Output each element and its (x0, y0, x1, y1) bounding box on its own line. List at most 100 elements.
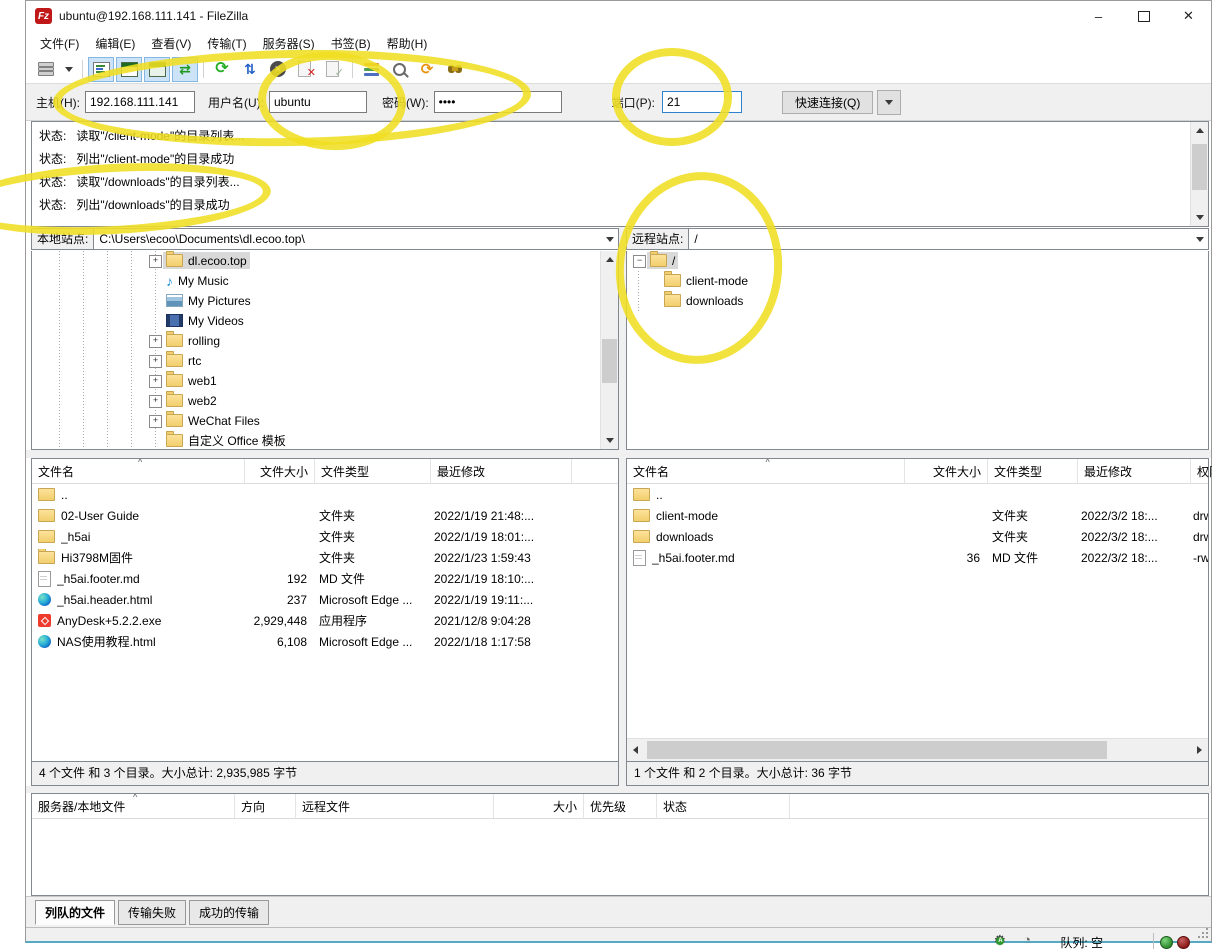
column-header-5[interactable]: 状态 (657, 794, 790, 818)
tree-item-2[interactable]: downloads (661, 292, 746, 309)
column-header-0[interactable]: 文件名^ (627, 459, 905, 483)
scroll-right-icon[interactable] (1191, 739, 1208, 761)
tree-item-0[interactable]: / (647, 252, 678, 269)
column-header-2[interactable]: 远程文件 (296, 794, 494, 818)
horizontal-splitter[interactable] (26, 450, 1211, 458)
tree-item-7[interactable]: web2 (163, 392, 220, 409)
cancel-icon[interactable]: ✕ (265, 57, 291, 82)
local-tree-scrollbar[interactable] (600, 251, 618, 449)
horizontal-splitter[interactable] (26, 786, 1211, 793)
quickconnect-dropdown[interactable] (877, 90, 901, 115)
port-input[interactable] (662, 91, 742, 113)
menu-item-6[interactable]: 帮助(H) (379, 32, 436, 55)
tree-item-8[interactable]: WeChat Files (163, 412, 263, 429)
local-tree-item[interactable]: ♪My Music (32, 271, 618, 291)
column-header-1[interactable]: 文件大小 (905, 459, 988, 483)
resize-grip[interactable] (1198, 928, 1208, 938)
column-header-0[interactable]: 服务器/本地文件^ (32, 794, 235, 818)
column-header-3[interactable]: 最近修改 (1078, 459, 1191, 483)
column-header-0[interactable]: 文件名^ (32, 459, 245, 483)
vertical-splitter[interactable] (619, 458, 626, 786)
remote-tree-item[interactable]: downloads (627, 291, 1208, 311)
tree-item-1[interactable]: ♪My Music (163, 272, 232, 289)
scroll-up-icon[interactable] (1191, 122, 1208, 139)
collapse-minus-icon[interactable]: − (633, 255, 646, 268)
scroll-down-icon[interactable] (1191, 209, 1208, 226)
minimize-button[interactable]: – (1076, 1, 1121, 31)
file-row[interactable]: AnyDesk+5.2.2.exe2,929,448应用程序2021/12/8 … (32, 610, 618, 631)
tree-item-0[interactable]: dl.ecoo.top (163, 252, 250, 269)
expand-plus-icon[interactable]: + (149, 375, 162, 388)
local-tree-item[interactable]: 自定义 Office 模板 (32, 431, 618, 450)
file-row[interactable]: Hi3798M固件文件夹2022/1/23 1:59:43 (32, 547, 618, 568)
filter-icon[interactable] (358, 57, 384, 82)
column-header-3[interactable]: 大小 (494, 794, 584, 818)
menu-item-3[interactable]: 传输(T) (199, 32, 254, 55)
username-input[interactable] (269, 91, 367, 113)
tree-item-9[interactable]: 自定义 Office 模板 (163, 432, 289, 449)
reconnect-icon[interactable]: ✓ (321, 57, 347, 82)
remote-tree-item[interactable]: client-mode (627, 271, 1208, 291)
scroll-left-icon[interactable] (627, 739, 644, 761)
tree-item-1[interactable]: client-mode (661, 272, 751, 289)
file-row[interactable]: 02-User Guide文件夹2022/1/19 21:48:... (32, 505, 618, 526)
expand-plus-icon[interactable]: + (149, 335, 162, 348)
log-scrollbar-thumb[interactable] (1192, 144, 1207, 190)
local-site-combobox[interactable]: C:\Users\ecoo\Documents\dl.ecoo.top\ (94, 228, 619, 250)
log-scrollbar[interactable] (1190, 122, 1208, 226)
directory-comparison-icon[interactable] (386, 57, 412, 82)
file-row[interactable]: _h5ai文件夹2022/1/19 18:01:... (32, 526, 618, 547)
local-tree-item[interactable]: +dl.ecoo.top (32, 251, 618, 271)
file-row[interactable]: _h5ai.footer.md192MD 文件2022/1/19 18:10:.… (32, 568, 618, 589)
file-row[interactable]: .. (32, 484, 618, 505)
remote-tree-item[interactable]: −/ (627, 251, 1208, 271)
column-header-1[interactable]: 文件大小 (245, 459, 315, 483)
file-row[interactable]: _h5ai.header.html237Microsoft Edge ...20… (32, 589, 618, 610)
vertical-splitter[interactable] (619, 227, 626, 450)
local-tree-scrollbar-thumb[interactable] (602, 339, 617, 383)
disconnect-icon[interactable]: ✕ (293, 57, 319, 82)
file-row[interactable]: downloads文件夹2022/3/2 18:...drwxrwxrwx (627, 526, 1208, 547)
column-header-4[interactable]: 权限 (1191, 459, 1212, 483)
speed-limit-icon[interactable]: ◔ (1023, 933, 1031, 947)
file-row[interactable]: .. (627, 484, 1208, 505)
tree-item-5[interactable]: rtc (163, 352, 204, 369)
column-header-1[interactable]: 方向 (235, 794, 296, 818)
expand-plus-icon[interactable]: + (149, 255, 162, 268)
toggle-transfer-queue-icon[interactable]: ⇄ (172, 57, 198, 82)
tree-item-4[interactable]: rolling (163, 332, 223, 349)
synchronized-browsing-icon[interactable]: ⟳ (414, 57, 440, 82)
queue-tab-0[interactable]: 列队的文件 (35, 900, 115, 925)
find-files-icon[interactable] (442, 57, 468, 82)
menu-item-1[interactable]: 编辑(E) (87, 32, 143, 55)
auto-transfer-mode-icon[interactable]: ⚙A (993, 933, 1006, 947)
expand-plus-icon[interactable]: + (149, 395, 162, 408)
local-tree-item[interactable]: +rtc (32, 351, 618, 371)
local-tree-item[interactable]: My Pictures (32, 291, 618, 311)
remote-horizontal-scrollbar[interactable] (627, 738, 1208, 761)
menu-item-4[interactable]: 服务器(S) (255, 32, 323, 55)
menu-item-5[interactable]: 书签(B) (323, 32, 379, 55)
tree-item-2[interactable]: My Pictures (163, 292, 254, 309)
maximize-button[interactable] (1121, 1, 1166, 31)
file-row[interactable]: NAS使用教程.html6,108Microsoft Edge ...2022/… (32, 631, 618, 652)
local-tree-item[interactable]: +WeChat Files (32, 411, 618, 431)
column-header-4[interactable]: 优先级 (584, 794, 657, 818)
file-row[interactable]: _h5ai.footer.md36MD 文件2022/3/2 18:...-rw… (627, 547, 1208, 568)
remote-hscrollbar-thumb[interactable] (647, 741, 1107, 759)
quickconnect-button[interactable]: 快速连接(Q) (782, 91, 873, 114)
toggle-message-log-icon[interactable] (88, 57, 114, 82)
expand-plus-icon[interactable]: + (149, 415, 162, 428)
password-input[interactable] (434, 91, 562, 113)
site-manager-icon[interactable] (33, 57, 59, 82)
local-tree-item[interactable]: My Videos (32, 311, 618, 331)
remote-site-combobox[interactable]: / (689, 228, 1209, 250)
file-row[interactable]: client-mode文件夹2022/3/2 18:...drwxr-xr-x (627, 505, 1208, 526)
local-tree-item[interactable]: +web2 (32, 391, 618, 411)
close-button[interactable]: ✕ (1166, 1, 1211, 31)
local-tree-item[interactable]: +web1 (32, 371, 618, 391)
process-queue-icon[interactable]: ⇅ (237, 57, 263, 82)
host-input[interactable] (85, 91, 195, 113)
tree-item-3[interactable]: My Videos (163, 312, 247, 329)
menu-item-0[interactable]: 文件(F) (32, 32, 87, 55)
